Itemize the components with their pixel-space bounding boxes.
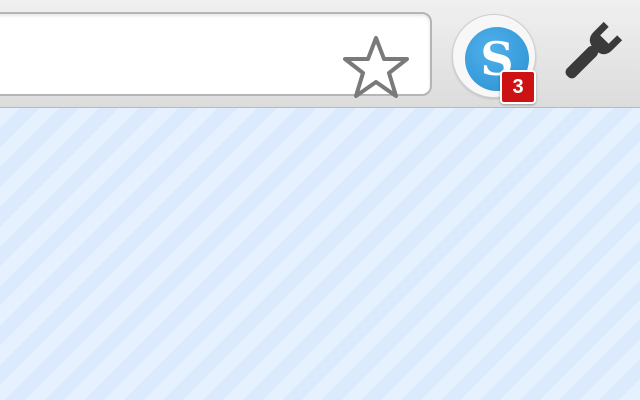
page-content (0, 108, 640, 400)
extension-button[interactable]: S 3 (450, 12, 542, 104)
address-input[interactable] (10, 32, 334, 78)
notification-badge: 3 (500, 70, 536, 104)
star-icon[interactable] (340, 32, 412, 104)
browser-toolbar: S 3 (0, 0, 640, 108)
wrench-icon[interactable] (556, 18, 626, 88)
address-bar[interactable] (0, 12, 432, 98)
